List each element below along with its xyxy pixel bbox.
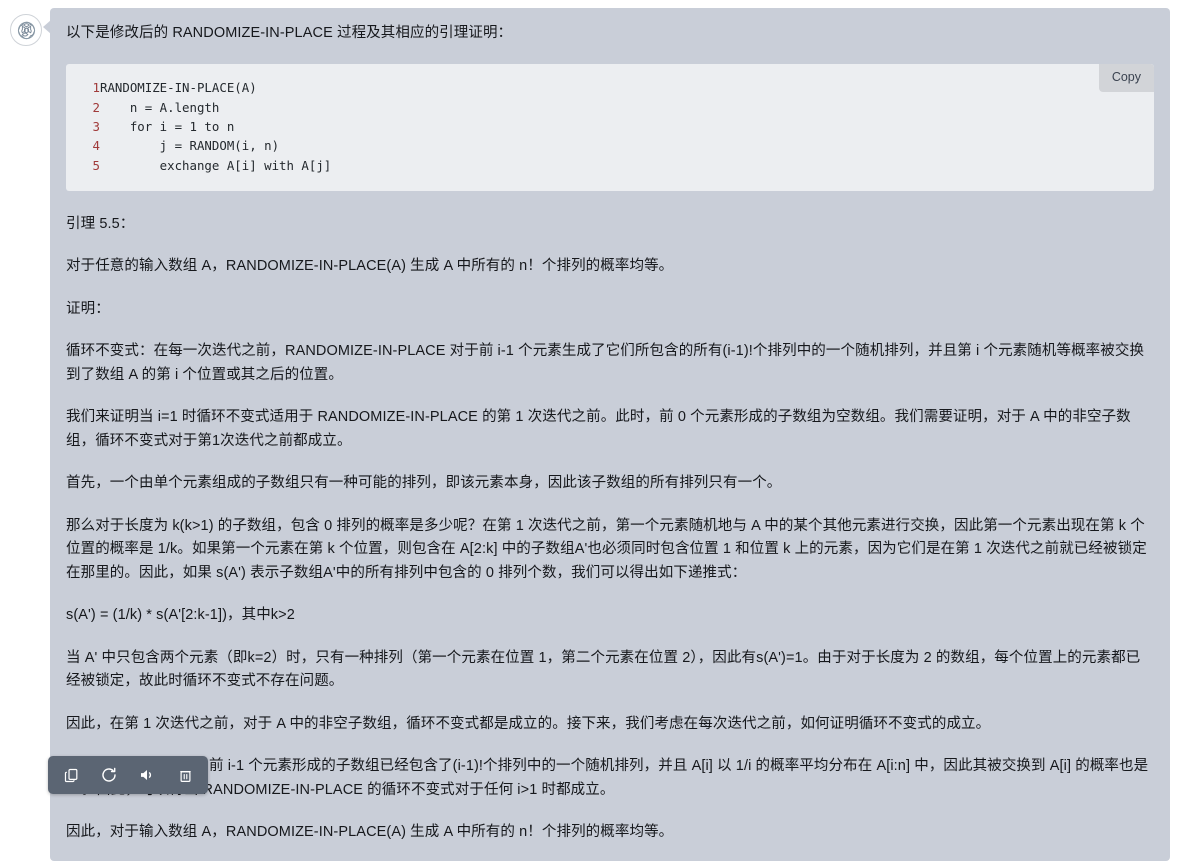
k-length-para: 那么对于长度为 k(k>1) 的子数组，包含 0 排列的概率是多少呢？在第 1 …	[66, 517, 1147, 581]
read-aloud-button[interactable]	[130, 761, 164, 789]
code-line: 3 for i = 1 to n	[66, 117, 331, 136]
assistant-bubble-wrap: 以下是修改后的 RANDOMIZE-IN-PLACE 过程及其相应的引理证明： …	[43, 8, 1170, 861]
code-block: Copy 1 RANDOMIZE-IN-PLACE(A) 2 n = A.len…	[66, 64, 1154, 191]
single-element-para: 首先，一个由单个元素组成的子数组只有一种可能的排列，即该元素本身，因此该子数组的…	[66, 475, 782, 492]
line-number: 1	[92, 80, 100, 96]
trash-icon	[177, 767, 194, 784]
code-listing: 1 RANDOMIZE-IN-PLACE(A) 2 n = A.length 3…	[66, 78, 332, 175]
copy-icon	[63, 767, 80, 784]
first-iteration-conclusion: 因此，在第 1 次迭代之前，对于 A 中的非空子数组，循环不变式都是成立的。接下…	[66, 715, 991, 732]
loop-invariant-para: 循环不变式：在每一次迭代之前，RANDOMIZE-IN-PLACE 对于前 i-…	[66, 343, 1145, 383]
delete-button[interactable]	[168, 761, 202, 789]
copy-code-button[interactable]: Copy	[1098, 64, 1154, 92]
line-number: 5	[92, 157, 100, 173]
speaker-icon	[138, 766, 156, 784]
lemma-statement: 对于任意的输入数组 A，RANDOMIZE-IN-PLACE(A) 生成 A 中…	[66, 258, 674, 275]
line-source: RANDOMIZE-IN-PLACE(A)	[100, 80, 257, 96]
assistant-message-row: 以下是修改后的 RANDOMIZE-IN-PLACE 过程及其相应的引理证明： …	[0, 0, 1182, 861]
line-number: 4	[92, 138, 100, 154]
code-line: 1 RANDOMIZE-IN-PLACE(A)	[66, 78, 331, 97]
regenerate-icon	[100, 766, 118, 784]
code-line: 5 exchange A[i] with A[j]	[66, 156, 332, 175]
proof-heading: 证明：	[66, 300, 110, 317]
assistant-message-bubble: 以下是修改后的 RANDOMIZE-IN-PLACE 过程及其相应的引理证明： …	[50, 8, 1170, 861]
recurrence-formula: s(A') = (1/k) * s(A'[2:k-1])，其中k>2	[66, 607, 295, 624]
code-line: 4 j = RANDOM(i, n)	[66, 136, 331, 155]
message-intro: 以下是修改后的 RANDOMIZE-IN-PLACE 过程及其相应的引理证明：	[66, 25, 513, 41]
regenerate-button[interactable]	[92, 761, 126, 789]
line-source: for i = 1 to n	[100, 119, 235, 135]
maintenance-para: 对于第 i 次迭代之前，前 i-1 个元素形成的子数组已经包含了(i-1)!个排…	[66, 758, 1149, 798]
openai-logo-icon	[16, 20, 37, 41]
page-right-gutter	[1174, 0, 1182, 797]
base-case-para: 当 A' 中只包含两个元素（即k=2）时，只有一种排列（第一个元素在位置 1，第…	[66, 649, 1141, 690]
assistant-avatar	[10, 14, 42, 46]
lemma-heading: 引理 5.5：	[66, 215, 135, 232]
line-source: exchange A[i] with A[j]	[100, 157, 332, 173]
line-number: 3	[92, 119, 100, 135]
line-source: n = A.length	[100, 99, 220, 115]
line-number: 2	[92, 99, 100, 115]
initialization-para: 我们来证明当 i=1 时循环不变式适用于 RANDOMIZE-IN-PLACE …	[66, 409, 1131, 449]
line-source: j = RANDOM(i, n)	[100, 138, 280, 154]
code-line: 2 n = A.length	[66, 98, 331, 117]
final-conclusion: 因此，对于输入数组 A，RANDOMIZE-IN-PLACE(A) 生成 A 中…	[66, 824, 674, 841]
message-action-bar	[48, 756, 208, 794]
copy-message-button[interactable]	[54, 761, 88, 789]
